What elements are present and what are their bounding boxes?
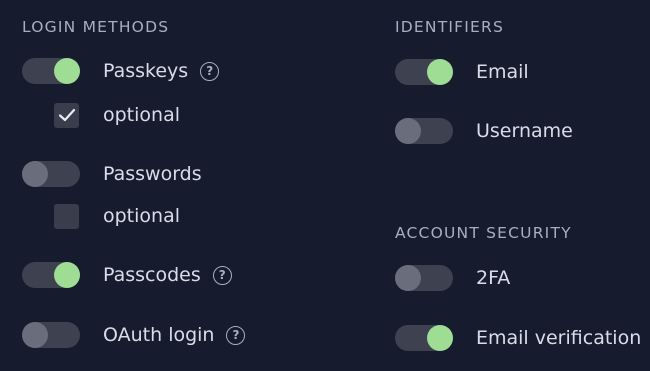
passwords-optional-label: optional — [103, 205, 181, 227]
toggle-knob — [395, 265, 421, 291]
passcodes-toggle[interactable] — [22, 262, 80, 288]
toggle-knob — [54, 262, 80, 288]
toggle-knob — [22, 161, 48, 187]
email-verification-label: Email verification — [476, 327, 642, 349]
passkeys-toggle[interactable] — [22, 58, 80, 84]
passkeys-label: Passkeys — [103, 60, 189, 82]
question-circle-icon[interactable]: ? — [212, 265, 232, 285]
toggle-knob — [427, 59, 453, 85]
toggle-knob — [395, 118, 421, 144]
login-method-passwords: Passwords — [22, 159, 202, 189]
checkmark-icon — [58, 108, 75, 122]
email-verification-toggle[interactable] — [395, 325, 453, 351]
email-identifier-toggle[interactable] — [395, 59, 453, 85]
settings-panel: LOGIN METHODS Passkeys ? optional Passwo… — [0, 0, 650, 371]
passwords-label: Passwords — [103, 163, 202, 185]
toggle-knob — [22, 322, 48, 348]
toggle-knob — [54, 58, 80, 84]
passwords-optional-row: optional — [54, 201, 180, 231]
question-circle-icon[interactable]: ? — [200, 61, 220, 81]
passkeys-optional-label: optional — [103, 104, 181, 126]
username-identifier-label: Username — [476, 120, 573, 142]
passwords-optional-checkbox[interactable] — [54, 203, 79, 229]
login-method-passkeys: Passkeys ? — [22, 56, 220, 86]
identifier-username: Username — [395, 116, 573, 146]
username-identifier-toggle[interactable] — [395, 118, 453, 144]
email-identifier-label: Email — [476, 61, 529, 83]
passkeys-optional-row: optional — [54, 100, 180, 130]
oauth-login-toggle[interactable] — [22, 322, 80, 348]
login-methods-heading: LOGIN METHODS — [22, 18, 170, 36]
oauth-login-label: OAuth login — [103, 324, 215, 346]
identifier-email: Email — [395, 57, 529, 87]
2fa-toggle[interactable] — [395, 265, 453, 291]
passwords-toggle[interactable] — [22, 161, 80, 187]
question-circle-icon[interactable]: ? — [226, 325, 246, 345]
login-method-oauth: OAuth login ? — [22, 320, 246, 350]
passkeys-optional-checkbox[interactable] — [54, 102, 79, 128]
passcodes-label: Passcodes — [103, 264, 201, 286]
toggle-knob — [427, 325, 453, 351]
security-email-verification: Email verification — [395, 323, 641, 353]
identifiers-heading: IDENTIFIERS — [395, 18, 505, 36]
account-security-heading: ACCOUNT SECURITY — [395, 224, 572, 242]
security-2fa: 2FA — [395, 263, 510, 293]
login-method-passcodes: Passcodes ? — [22, 260, 232, 290]
2fa-label: 2FA — [476, 267, 511, 289]
